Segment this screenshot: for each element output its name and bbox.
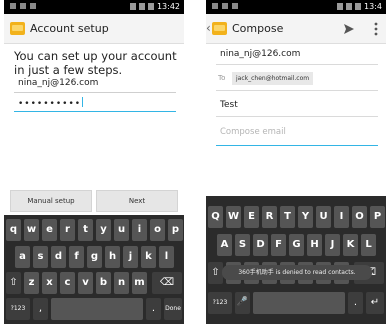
period-key[interactable]: . <box>146 298 161 320</box>
email-app-icon[interactable] <box>212 22 227 35</box>
key-P[interactable]: P <box>370 206 385 228</box>
divider <box>216 64 378 65</box>
key-q[interactable]: q <box>6 219 21 241</box>
space-key[interactable] <box>51 298 143 320</box>
key-E[interactable]: E <box>244 206 259 228</box>
key-w[interactable]: w <box>24 219 39 241</box>
notification-icons <box>212 3 242 11</box>
key-p[interactable]: p <box>168 219 183 241</box>
next-button[interactable]: Next <box>96 190 178 212</box>
compose-screen: 13:4 ‹ Compose nina_nj@126.com To jack_c… <box>206 0 386 324</box>
key-l[interactable]: l <box>159 246 174 268</box>
comma-key[interactable]: , <box>33 298 48 320</box>
key-H[interactable]: H <box>307 234 322 256</box>
key-S[interactable]: S <box>235 234 250 256</box>
key-T[interactable]: T <box>280 206 295 228</box>
key-R[interactable]: R <box>262 206 277 228</box>
shift-key[interactable]: ⇧ <box>208 262 223 284</box>
key-j[interactable]: j <box>123 246 138 268</box>
from-account[interactable]: nina_nj@126.com <box>220 49 300 59</box>
key-n[interactable]: n <box>114 272 129 294</box>
key-x[interactable]: x <box>42 272 57 294</box>
key-O[interactable]: O <box>352 206 367 228</box>
key-r[interactable]: r <box>60 219 75 241</box>
status-bar: 13:4 <box>206 0 386 14</box>
symbols-key[interactable]: ?123 <box>208 292 232 314</box>
to-field[interactable] <box>216 90 378 91</box>
key-F[interactable]: F <box>271 234 286 256</box>
key-d[interactable]: d <box>51 246 66 268</box>
key-Q[interactable]: Q <box>208 206 223 228</box>
microphone-key-icon[interactable]: 🎤 <box>235 292 250 314</box>
page-title: Account setup <box>30 22 109 35</box>
key-D[interactable]: D <box>253 234 268 256</box>
key-J[interactable]: J <box>325 234 340 256</box>
soft-keyboard: Q W E R T Y U I O P A S D F G H J K L ⇧ … <box>206 196 386 324</box>
key-U[interactable]: U <box>316 206 331 228</box>
soft-keyboard: q w e r t y u i o p a s d f g h j k l ⇧ … <box>4 215 184 324</box>
key-y[interactable]: y <box>96 219 111 241</box>
password-field[interactable]: •••••••••• <box>14 95 176 112</box>
account-setup-screen: 13:42 Account setup You can set up your … <box>4 0 184 324</box>
key-b[interactable]: b <box>96 272 111 294</box>
key-s[interactable]: s <box>33 246 48 268</box>
key-h[interactable]: h <box>105 246 120 268</box>
action-bar: ‹ Compose <box>206 14 386 44</box>
key-Y[interactable]: Y <box>298 206 313 228</box>
back-chevron-icon[interactable]: ‹ <box>206 21 211 35</box>
key-k[interactable]: k <box>141 246 156 268</box>
compose-body-underline <box>216 145 378 146</box>
status-time: 13:4 <box>364 2 382 11</box>
key-a[interactable]: a <box>15 246 30 268</box>
battery-icon <box>147 3 154 10</box>
subject-field[interactable]: Test <box>220 100 238 110</box>
status-time: 13:42 <box>156 2 180 11</box>
key-c[interactable]: c <box>60 272 75 294</box>
status-bar: 13:42 <box>4 0 184 14</box>
key-W[interactable]: W <box>226 206 241 228</box>
period-key[interactable]: . <box>348 292 363 314</box>
email-app-icon <box>10 22 25 35</box>
key-e[interactable]: e <box>42 219 57 241</box>
page-title: Compose <box>232 22 284 35</box>
recipient-chip[interactable]: jack_chen@hotmail.com <box>232 72 314 85</box>
notification-icons <box>10 3 40 11</box>
battery-icon <box>355 3 362 10</box>
done-key[interactable]: Done <box>164 298 182 320</box>
send-icon[interactable] <box>343 23 355 35</box>
compose-body-field[interactable]: Compose email <box>220 127 286 137</box>
divider <box>216 116 378 117</box>
permission-toast: 360手机助手 is denied to read contacts. <box>222 265 372 280</box>
action-bar: Account setup <box>4 14 184 44</box>
symbols-key[interactable]: ?123 <box>6 298 30 320</box>
key-z[interactable]: z <box>24 272 39 294</box>
key-i[interactable]: i <box>132 219 147 241</box>
to-label: To <box>218 74 226 82</box>
space-key[interactable] <box>253 292 345 314</box>
signal-icon <box>346 3 353 10</box>
key-t[interactable]: t <box>78 219 93 241</box>
signal-icon <box>138 3 145 10</box>
text-cursor <box>82 97 84 107</box>
key-g[interactable]: g <box>87 246 102 268</box>
key-G[interactable]: G <box>289 234 304 256</box>
key-o[interactable]: o <box>150 219 165 241</box>
email-field[interactable]: nina_nj@126.com <box>14 76 176 93</box>
backspace-key[interactable]: ⌫ <box>152 272 182 294</box>
key-u[interactable]: u <box>114 219 129 241</box>
manual-setup-button[interactable]: Manual setup <box>10 190 92 212</box>
key-K[interactable]: K <box>343 234 358 256</box>
key-v[interactable]: v <box>78 272 93 294</box>
key-f[interactable]: f <box>69 246 84 268</box>
key-A[interactable]: A <box>217 234 232 256</box>
key-L[interactable]: L <box>361 234 376 256</box>
setup-message: You can set up your account in just a fe… <box>14 49 177 77</box>
wifi-icon <box>129 3 136 10</box>
shift-key[interactable]: ⇧ <box>6 272 21 294</box>
overflow-menu-icon[interactable] <box>374 22 378 36</box>
key-m[interactable]: m <box>132 272 147 294</box>
wifi-icon <box>337 3 344 10</box>
key-I[interactable]: I <box>334 206 349 228</box>
enter-key[interactable]: ↵ <box>366 292 384 314</box>
